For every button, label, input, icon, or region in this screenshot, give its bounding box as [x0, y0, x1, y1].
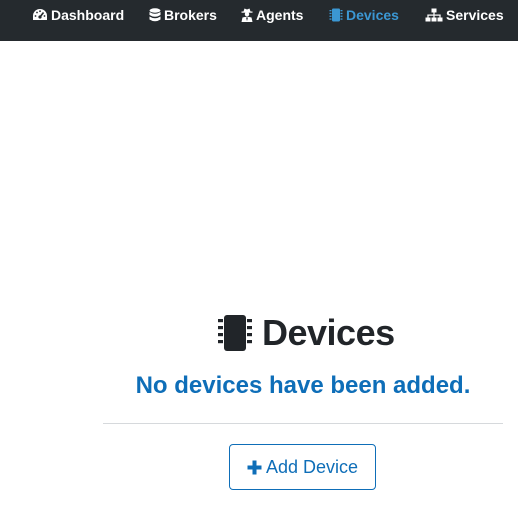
add-device-button[interactable]: Add Device [229, 444, 376, 490]
add-device-button-label: Add Device [265, 456, 359, 477]
page-title: Devices [217, 312, 395, 354]
devices-empty-state: Devices No devices have been added. Add … [0, 0, 518, 517]
page-title-text: Devices [262, 312, 395, 353]
empty-message: No devices have been added. [135, 372, 471, 399]
microchip-icon [217, 314, 253, 352]
plus-icon [247, 460, 266, 475]
divider [103, 423, 503, 424]
